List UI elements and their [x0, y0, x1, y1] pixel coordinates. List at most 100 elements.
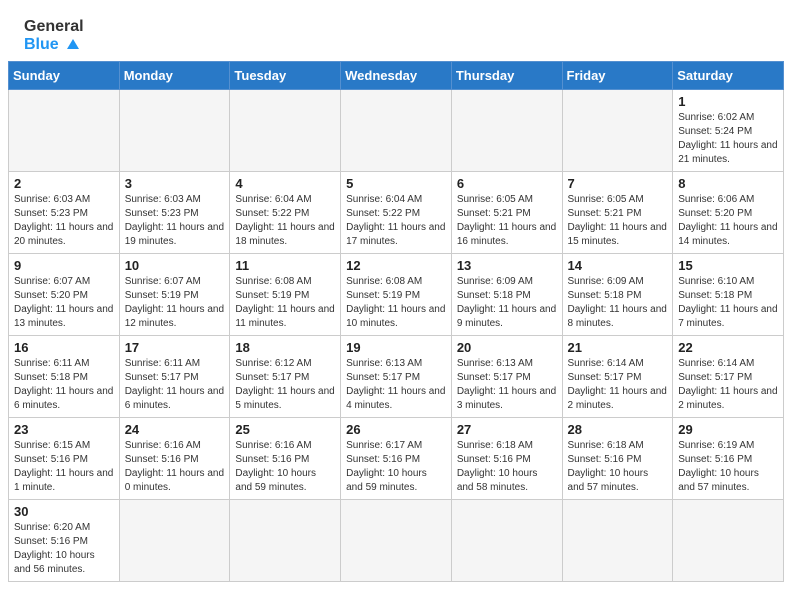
day-number: 7: [568, 176, 668, 191]
calendar-cell: 29 Sunrise: 6:19 AM Sunset: 5:16 PM Dayli…: [673, 418, 784, 500]
day-number: 21: [568, 340, 668, 355]
header: General Blue: [0, 0, 792, 61]
calendar-cell: [341, 90, 452, 172]
day-info: Sunrise: 6:16 AM Sunset: 5:16 PM Dayligh…: [125, 439, 225, 495]
calendar-cell: [119, 90, 230, 172]
day-info: Sunrise: 6:05 AM Sunset: 5:21 PM Dayligh…: [568, 193, 668, 249]
calendar-cell: 7 Sunrise: 6:05 AM Sunset: 5:21 PM Daylig…: [562, 172, 673, 254]
logo: General Blue: [24, 18, 84, 53]
calendar-cell: 28 Sunrise: 6:18 AM Sunset: 5:16 PM Dayli…: [562, 418, 673, 500]
day-info: Sunrise: 6:14 AM Sunset: 5:17 PM Dayligh…: [678, 357, 778, 413]
day-number: 24: [125, 422, 225, 437]
day-info: Sunrise: 6:13 AM Sunset: 5:17 PM Dayligh…: [457, 357, 557, 413]
day-info: Sunrise: 6:20 AM Sunset: 5:16 PM Dayligh…: [14, 521, 114, 577]
calendar-cell: 3Sunrise: 6:03 AM Sunset: 5:23 PM Daylig…: [119, 172, 230, 254]
day-number: 1: [678, 94, 778, 109]
day-info: Sunrise: 6:16 AM Sunset: 5:16 PM Dayligh…: [235, 439, 335, 495]
calendar-wrapper: SundayMondayTuesdayWednesdayThursdayFrid…: [0, 61, 792, 590]
day-info: Sunrise: 6:18 AM Sunset: 5:16 PM Dayligh…: [568, 439, 668, 495]
day-info: Sunrise: 6:08 AM Sunset: 5:19 PM Dayligh…: [346, 275, 446, 331]
day-info: Sunrise: 6:15 AM Sunset: 5:16 PM Dayligh…: [14, 439, 114, 495]
calendar-cell: [341, 500, 452, 582]
day-info: Sunrise: 6:02 AM Sunset: 5:24 PM Dayligh…: [678, 111, 778, 167]
calendar-cell: 11 Sunrise: 6:08 AM Sunset: 5:19 PM Dayli…: [230, 254, 341, 336]
calendar-cell: 13 Sunrise: 6:09 AM Sunset: 5:18 PM Dayli…: [451, 254, 562, 336]
calendar-cell: 14 Sunrise: 6:09 AM Sunset: 5:18 PM Dayli…: [562, 254, 673, 336]
day-info: Sunrise: 6:12 AM Sunset: 5:17 PM Dayligh…: [235, 357, 335, 413]
day-number: 2: [14, 176, 114, 191]
weekday-header-wednesday: Wednesday: [341, 62, 452, 90]
calendar-table: SundayMondayTuesdayWednesdayThursdayFrid…: [8, 61, 784, 582]
day-info: Sunrise: 6:13 AM Sunset: 5:17 PM Dayligh…: [346, 357, 446, 413]
day-number: 8: [678, 176, 778, 191]
calendar-cell: 15 Sunrise: 6:10 AM Sunset: 5:18 PM Dayli…: [673, 254, 784, 336]
day-number: 13: [457, 258, 557, 273]
calendar-cell: [673, 500, 784, 582]
day-info: Sunrise: 6:04 AM Sunset: 5:22 PM Dayligh…: [235, 193, 335, 249]
day-number: 15: [678, 258, 778, 273]
weekday-header-tuesday: Tuesday: [230, 62, 341, 90]
calendar-cell: [9, 90, 120, 172]
calendar-cell: [230, 90, 341, 172]
day-info: Sunrise: 6:19 AM Sunset: 5:16 PM Dayligh…: [678, 439, 778, 495]
day-info: Sunrise: 6:14 AM Sunset: 5:17 PM Dayligh…: [568, 357, 668, 413]
day-info: Sunrise: 6:08 AM Sunset: 5:19 PM Dayligh…: [235, 275, 335, 331]
day-number: 4: [235, 176, 335, 191]
calendar-cell: 9 Sunrise: 6:07 AM Sunset: 5:20 PM Daylig…: [9, 254, 120, 336]
day-info: Sunrise: 6:04 AM Sunset: 5:22 PM Dayligh…: [346, 193, 446, 249]
day-number: 22: [678, 340, 778, 355]
calendar-cell: 16 Sunrise: 6:11 AM Sunset: 5:18 PM Dayli…: [9, 336, 120, 418]
day-number: 10: [125, 258, 225, 273]
day-info: Sunrise: 6:10 AM Sunset: 5:18 PM Dayligh…: [678, 275, 778, 331]
day-info: Sunrise: 6:09 AM Sunset: 5:18 PM Dayligh…: [457, 275, 557, 331]
day-number: 11: [235, 258, 335, 273]
weekday-header-sunday: Sunday: [9, 62, 120, 90]
weekday-header-monday: Monday: [119, 62, 230, 90]
day-number: 16: [14, 340, 114, 355]
day-number: 12: [346, 258, 446, 273]
day-info: Sunrise: 6:09 AM Sunset: 5:18 PM Dayligh…: [568, 275, 668, 331]
calendar-cell: 17Sunrise: 6:11 AM Sunset: 5:17 PM Dayli…: [119, 336, 230, 418]
calendar-cell: 21 Sunrise: 6:14 AM Sunset: 5:17 PM Dayli…: [562, 336, 673, 418]
calendar-cell: 18 Sunrise: 6:12 AM Sunset: 5:17 PM Dayli…: [230, 336, 341, 418]
calendar-cell: 27 Sunrise: 6:18 AM Sunset: 5:16 PM Dayli…: [451, 418, 562, 500]
calendar-cell: 8Sunrise: 6:06 AM Sunset: 5:20 PM Daylig…: [673, 172, 784, 254]
calendar-cell: 30Sunrise: 6:20 AM Sunset: 5:16 PM Dayli…: [9, 500, 120, 582]
day-number: 26: [346, 422, 446, 437]
calendar-cell: [451, 90, 562, 172]
calendar-cell: [451, 500, 562, 582]
calendar-cell: 12 Sunrise: 6:08 AM Sunset: 5:19 PM Dayli…: [341, 254, 452, 336]
day-info: Sunrise: 6:18 AM Sunset: 5:16 PM Dayligh…: [457, 439, 557, 495]
day-number: 9: [14, 258, 114, 273]
day-info: Sunrise: 6:05 AM Sunset: 5:21 PM Dayligh…: [457, 193, 557, 249]
calendar-cell: 5Sunrise: 6:04 AM Sunset: 5:22 PM Daylig…: [341, 172, 452, 254]
calendar-cell: 26 Sunrise: 6:17 AM Sunset: 5:16 PM Dayli…: [341, 418, 452, 500]
day-number: 17: [125, 340, 225, 355]
day-number: 6: [457, 176, 557, 191]
day-number: 19: [346, 340, 446, 355]
calendar-cell: 24 Sunrise: 6:16 AM Sunset: 5:16 PM Dayli…: [119, 418, 230, 500]
day-number: 18: [235, 340, 335, 355]
calendar-cell: 19 Sunrise: 6:13 AM Sunset: 5:17 PM Dayli…: [341, 336, 452, 418]
weekday-header-friday: Friday: [562, 62, 673, 90]
day-number: 29: [678, 422, 778, 437]
day-info: Sunrise: 6:03 AM Sunset: 5:23 PM Dayligh…: [14, 193, 114, 249]
day-number: 14: [568, 258, 668, 273]
day-info: Sunrise: 6:17 AM Sunset: 5:16 PM Dayligh…: [346, 439, 446, 495]
calendar-cell: 1 Sunrise: 6:02 AM Sunset: 5:24 PM Daylig…: [673, 90, 784, 172]
day-info: Sunrise: 6:03 AM Sunset: 5:23 PM Dayligh…: [125, 193, 225, 249]
day-info: Sunrise: 6:07 AM Sunset: 5:20 PM Dayligh…: [14, 275, 114, 331]
calendar-cell: [562, 500, 673, 582]
calendar-cell: [119, 500, 230, 582]
calendar-cell: 4 Sunrise: 6:04 AM Sunset: 5:22 PM Daylig…: [230, 172, 341, 254]
calendar-cell: 10 Sunrise: 6:07 AM Sunset: 5:19 PM Dayli…: [119, 254, 230, 336]
day-number: 28: [568, 422, 668, 437]
calendar-cell: 6 Sunrise: 6:05 AM Sunset: 5:21 PM Daylig…: [451, 172, 562, 254]
calendar-cell: 23Sunrise: 6:15 AM Sunset: 5:16 PM Dayli…: [9, 418, 120, 500]
day-info: Sunrise: 6:07 AM Sunset: 5:19 PM Dayligh…: [125, 275, 225, 331]
day-info: Sunrise: 6:11 AM Sunset: 5:18 PM Dayligh…: [14, 357, 114, 413]
calendar-cell: [562, 90, 673, 172]
weekday-header-thursday: Thursday: [451, 62, 562, 90]
day-number: 25: [235, 422, 335, 437]
day-number: 27: [457, 422, 557, 437]
